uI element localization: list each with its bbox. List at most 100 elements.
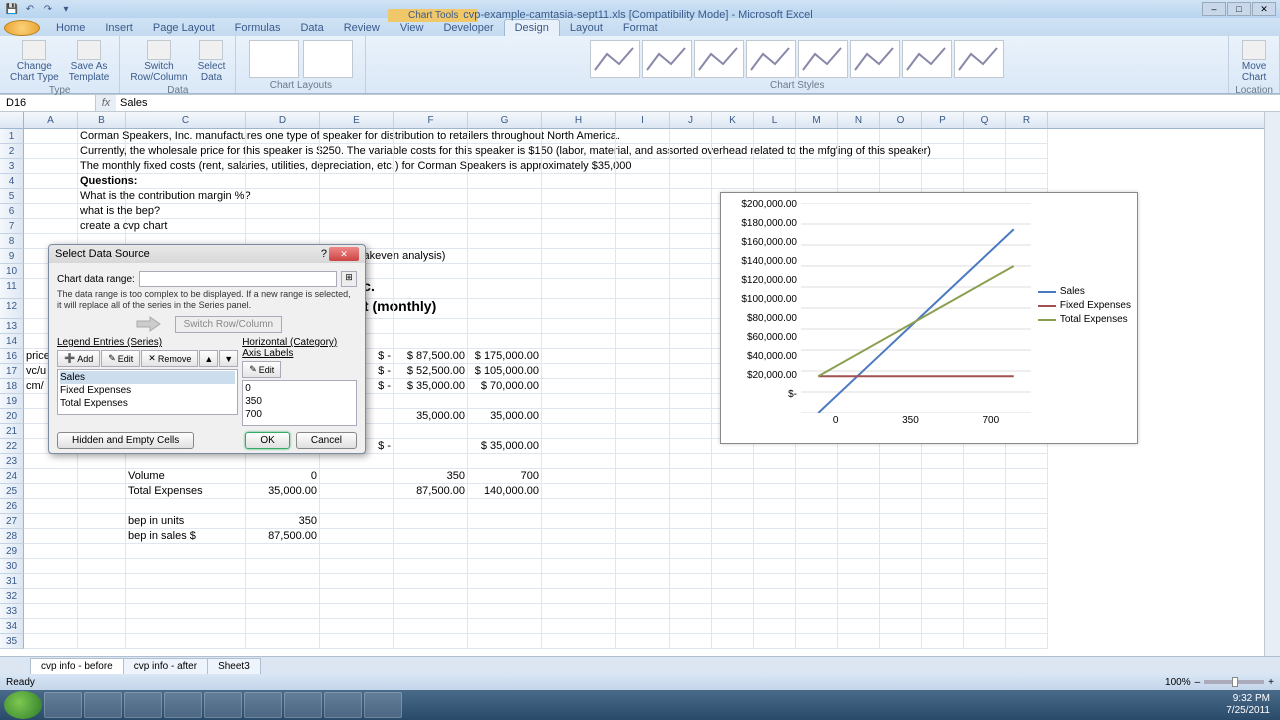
cell[interactable] [670, 559, 712, 574]
cell[interactable] [126, 129, 246, 144]
column-header[interactable]: G [468, 112, 542, 128]
chart-style-thumb[interactable] [902, 40, 952, 78]
cell[interactable] [320, 529, 394, 544]
column-header[interactable]: A [24, 112, 78, 128]
chart-style-thumb[interactable] [642, 40, 692, 78]
cell[interactable] [468, 514, 542, 529]
cell[interactable] [468, 159, 542, 174]
cell[interactable] [78, 634, 126, 649]
cell[interactable] [796, 129, 838, 144]
column-header[interactable]: K [712, 112, 754, 128]
cell[interactable] [542, 589, 616, 604]
cell[interactable] [922, 514, 964, 529]
cell[interactable] [394, 279, 468, 299]
cell[interactable] [712, 559, 754, 574]
cell[interactable]: $ 52,500.00 [394, 364, 468, 379]
cell[interactable] [24, 604, 78, 619]
cell[interactable] [964, 619, 1006, 634]
cell[interactable] [754, 454, 796, 469]
cell[interactable] [670, 299, 712, 319]
cell[interactable] [542, 279, 616, 299]
cell[interactable] [712, 469, 754, 484]
cell[interactable] [616, 574, 670, 589]
cell[interactable] [126, 559, 246, 574]
cell[interactable] [542, 394, 616, 409]
move-up-button[interactable]: ▲ [199, 350, 218, 367]
cell[interactable] [542, 204, 616, 219]
cell[interactable] [964, 484, 1006, 499]
row-header[interactable]: 35 [0, 634, 24, 649]
cell[interactable] [670, 499, 712, 514]
cell[interactable] [754, 174, 796, 189]
cell[interactable] [246, 189, 320, 204]
row-header[interactable]: 20 [0, 409, 24, 424]
cell[interactable] [796, 144, 838, 159]
cell[interactable] [468, 454, 542, 469]
cell[interactable] [394, 604, 468, 619]
cell[interactable] [670, 144, 712, 159]
cell[interactable] [24, 529, 78, 544]
series-list[interactable]: SalesFixed ExpensesTotal Expenses [57, 369, 238, 415]
cell[interactable] [394, 219, 468, 234]
cell[interactable] [670, 439, 712, 454]
cell[interactable] [394, 529, 468, 544]
cell[interactable] [616, 544, 670, 559]
cell[interactable] [126, 204, 246, 219]
cell[interactable] [616, 499, 670, 514]
cell[interactable] [922, 454, 964, 469]
cell[interactable] [468, 424, 542, 439]
cell[interactable]: Questions: [78, 174, 126, 189]
cell[interactable]: 35,000.00 [246, 484, 320, 499]
chart-layout-thumb[interactable] [303, 40, 353, 78]
cell[interactable] [670, 574, 712, 589]
cell[interactable] [394, 159, 468, 174]
cell[interactable]: Volume [126, 469, 246, 484]
cell[interactable] [670, 334, 712, 349]
row-header[interactable]: 28 [0, 529, 24, 544]
cell[interactable] [670, 589, 712, 604]
sheet-tab[interactable]: cvp info - after [123, 658, 208, 674]
cell[interactable] [246, 559, 320, 574]
undo-icon[interactable]: ↶ [22, 1, 38, 17]
row-header[interactable]: 33 [0, 604, 24, 619]
cell[interactable] [754, 499, 796, 514]
cell[interactable] [394, 574, 468, 589]
cell[interactable] [712, 129, 754, 144]
cell[interactable] [126, 634, 246, 649]
taskbar-app-icon[interactable] [324, 692, 362, 718]
cell[interactable] [616, 249, 670, 264]
remove-series-button[interactable]: ✕Remove [141, 350, 198, 367]
save-icon[interactable]: 💾 [4, 1, 20, 17]
cell[interactable] [1006, 529, 1048, 544]
cell[interactable] [964, 529, 1006, 544]
cell[interactable] [880, 634, 922, 649]
cell[interactable]: $ 105,000.00 [468, 364, 542, 379]
cell[interactable]: 350 [246, 514, 320, 529]
cell[interactable] [246, 219, 320, 234]
cell[interactable] [542, 144, 616, 159]
cell[interactable] [838, 559, 880, 574]
cell[interactable] [922, 604, 964, 619]
cell[interactable] [24, 514, 78, 529]
ok-button[interactable]: OK [245, 432, 289, 449]
cell[interactable] [616, 454, 670, 469]
cell[interactable] [670, 529, 712, 544]
cell[interactable] [670, 379, 712, 394]
cell[interactable] [320, 204, 394, 219]
cell[interactable] [838, 634, 880, 649]
sheet-tab[interactable]: Sheet3 [207, 658, 261, 674]
cell[interactable] [964, 544, 1006, 559]
cell[interactable] [712, 544, 754, 559]
cell[interactable] [670, 264, 712, 279]
cell[interactable]: $ 175,000.00 [468, 349, 542, 364]
cell[interactable] [616, 559, 670, 574]
cell[interactable] [78, 529, 126, 544]
cell[interactable] [616, 204, 670, 219]
cell[interactable] [320, 189, 394, 204]
cell[interactable] [394, 544, 468, 559]
cell[interactable] [320, 144, 394, 159]
cell[interactable] [24, 634, 78, 649]
cell[interactable] [1006, 129, 1048, 144]
cell[interactable] [24, 219, 78, 234]
tab-page-layout[interactable]: Page Layout [143, 20, 225, 36]
